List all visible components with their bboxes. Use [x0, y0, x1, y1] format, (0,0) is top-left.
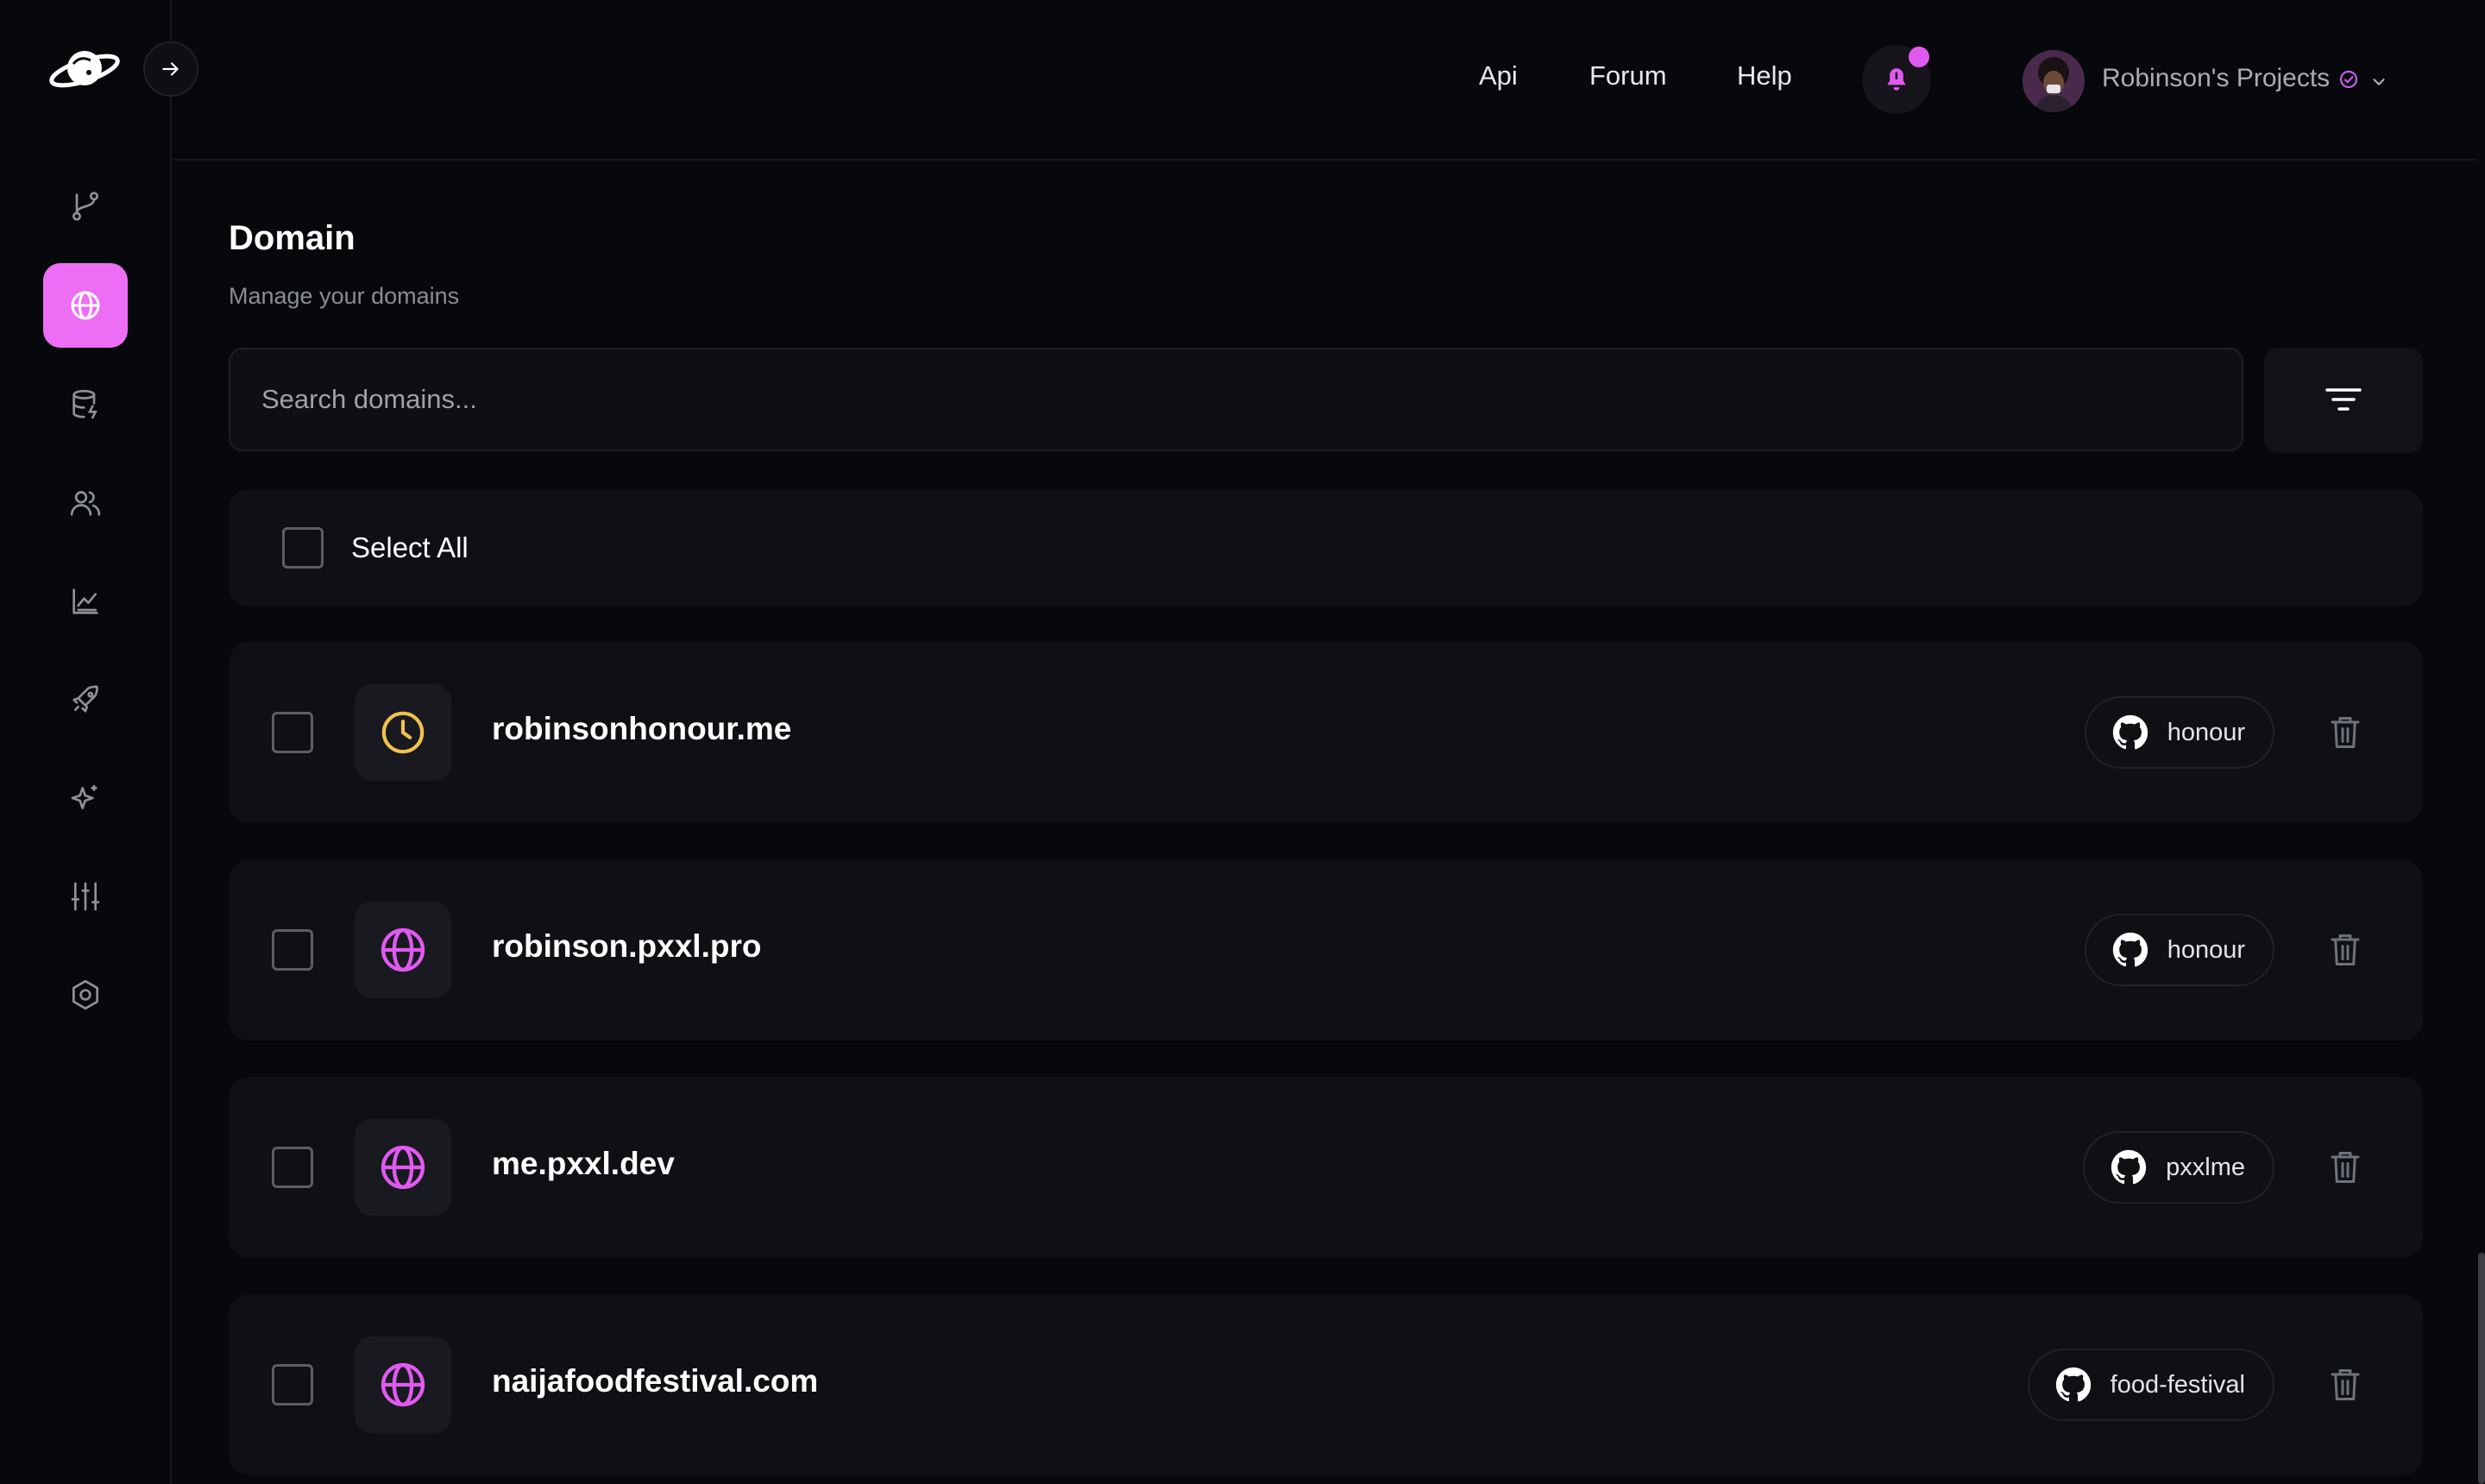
- repo-badge[interactable]: honour: [2084, 696, 2274, 769]
- arrow-right-icon: [162, 62, 179, 76]
- nav-link-help[interactable]: Help: [1737, 60, 1792, 91]
- expand-sidebar-button[interactable]: [143, 41, 198, 97]
- active-status: [355, 1336, 451, 1433]
- notification-dot: [1909, 47, 1929, 67]
- sidebar-item-ai[interactable]: [43, 756, 128, 840]
- search-input[interactable]: [229, 348, 2243, 451]
- globe-icon: [381, 1362, 425, 1407]
- verified-badge-icon: [2338, 69, 2359, 94]
- sidebar-item-git[interactable]: [43, 164, 128, 248]
- globe-icon: [381, 928, 425, 972]
- app-root: Api Forum Help Robinson's Projects Domai…: [0, 0, 2485, 1484]
- domain-row[interactable]: robinsonhonour.me honour: [229, 642, 2423, 823]
- row-checkbox[interactable]: [272, 1364, 313, 1405]
- globe-icon: [71, 291, 100, 320]
- page-scrollbar[interactable]: [2478, 1253, 2485, 1484]
- page-subtitle: Manage your domains: [229, 283, 460, 309]
- top-header: Api Forum Help Robinson's Projects: [173, 0, 2478, 160]
- avatar[interactable]: [2023, 50, 2085, 112]
- repo-name: honour: [2167, 935, 2245, 964]
- domain-name[interactable]: me.pxxl.dev: [492, 1146, 675, 1182]
- sidebar-item-domains[interactable]: [43, 263, 128, 348]
- repo-badge[interactable]: pxxlme: [2083, 1131, 2274, 1204]
- nav-link-api[interactable]: Api: [1479, 60, 1518, 91]
- bell-icon: [1887, 68, 1906, 91]
- github-icon: [2111, 1149, 2147, 1185]
- planet-logo-icon[interactable]: [47, 40, 122, 97]
- settings-hexagon-icon: [72, 979, 98, 1010]
- filter-icon: [2325, 388, 2362, 411]
- domain-name[interactable]: robinson.pxxl.pro: [492, 928, 761, 965]
- sidebar-item-deploy[interactable]: [43, 657, 128, 742]
- domain-name[interactable]: robinsonhonour.me: [492, 711, 791, 747]
- pending-status: [355, 684, 451, 781]
- select-all-bar: Select All: [229, 490, 2423, 606]
- sidebar-item-settings[interactable]: [43, 953, 128, 1037]
- repo-badge[interactable]: honour: [2084, 914, 2274, 986]
- clock-icon: [381, 711, 425, 754]
- project-name[interactable]: Robinson's Projects: [2102, 64, 2330, 93]
- active-status: [355, 902, 451, 998]
- select-all-label[interactable]: Select All: [351, 531, 469, 564]
- row-checkbox[interactable]: [272, 929, 313, 971]
- row-checkbox[interactable]: [272, 712, 313, 753]
- sliders-icon: [71, 882, 100, 911]
- row-checkbox[interactable]: [272, 1147, 313, 1188]
- delete-domain-button[interactable]: [2328, 1148, 2362, 1186]
- chevron-down-icon[interactable]: [2369, 72, 2388, 96]
- sidebar-item-controls[interactable]: [43, 854, 128, 939]
- repo-name: honour: [2167, 718, 2245, 746]
- trash-icon: [2331, 934, 2360, 965]
- delete-domain-button[interactable]: [2328, 1366, 2362, 1404]
- trash-icon: [2331, 717, 2360, 748]
- globe-icon: [381, 1145, 425, 1190]
- sparkle-icon: [71, 785, 98, 809]
- domain-row[interactable]: me.pxxl.dev pxxlme: [229, 1077, 2423, 1258]
- repo-name: pxxlme: [2166, 1153, 2245, 1181]
- delete-domain-button[interactable]: [2328, 931, 2362, 969]
- sidebar-item-analytics[interactable]: [43, 559, 128, 644]
- select-all-checkbox[interactable]: [282, 527, 324, 569]
- domain-name[interactable]: naijafoodfestival.com: [492, 1363, 818, 1399]
- repo-badge[interactable]: food-festival: [2027, 1349, 2274, 1421]
- nav-link-forum[interactable]: Forum: [1589, 60, 1667, 91]
- github-icon: [2112, 932, 2148, 967]
- sidebar-item-database[interactable]: [43, 362, 128, 447]
- github-icon: [2112, 714, 2148, 750]
- database-icon: [72, 389, 98, 419]
- git-branch-icon: [72, 192, 99, 221]
- rocket-icon: [72, 685, 98, 713]
- trash-icon: [2331, 1369, 2360, 1400]
- sidebar: [0, 0, 172, 1484]
- trash-icon: [2331, 1152, 2360, 1183]
- sidebar-item-users[interactable]: [43, 461, 128, 545]
- page-title: Domain: [229, 219, 355, 257]
- active-status: [355, 1119, 451, 1216]
- domain-row[interactable]: naijafoodfestival.com food-festival: [229, 1294, 2423, 1475]
- github-icon: [2055, 1367, 2091, 1402]
- users-icon: [70, 491, 101, 516]
- analytics-chart-icon: [72, 588, 98, 614]
- filter-button[interactable]: [2264, 348, 2423, 453]
- domain-row[interactable]: robinson.pxxl.pro honour: [229, 859, 2423, 1041]
- delete-domain-button[interactable]: [2328, 714, 2362, 751]
- repo-name: food-festival: [2110, 1370, 2245, 1399]
